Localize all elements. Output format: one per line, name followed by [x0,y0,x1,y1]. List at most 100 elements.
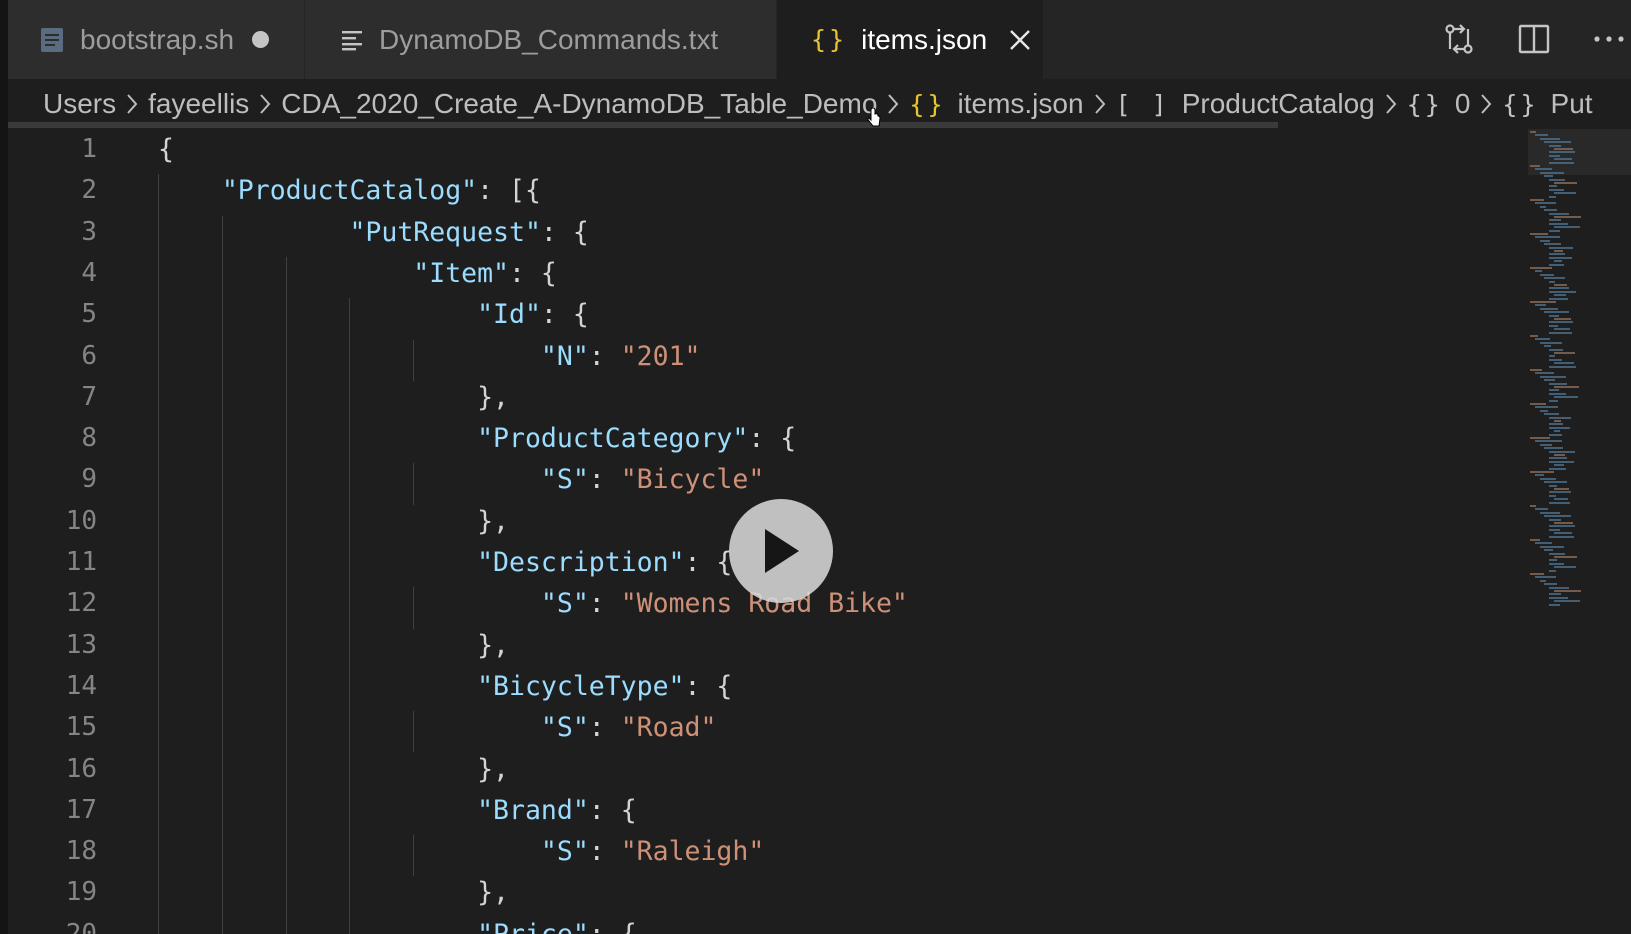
code-line[interactable]: 5 "Id": { [8,294,1508,335]
minimap-line [1554,294,1566,297]
tab-bootstrap-sh[interactable]: bootstrap.sh [8,0,305,79]
breadcrumb-item-productcatalog[interactable]: [ ] ProductCatalog [1116,88,1375,120]
minimap-line [1549,552,1566,555]
tab-dynamodb-commands[interactable]: DynamoDB_Commands.txt [305,0,777,79]
code-line[interactable]: 17 "Brand": { [8,790,1508,831]
code-line[interactable]: 13 }, [8,625,1508,666]
more-actions-icon[interactable] [1590,20,1628,58]
minimap-line [1544,311,1570,314]
code-text: }, [158,505,509,537]
minimap-line [1549,219,1562,222]
minimap-line [1554,420,1561,422]
code-line[interactable]: 19 }, [8,872,1508,913]
minimap-line [1530,539,1540,541]
line-number: 11 [65,547,97,577]
code-line[interactable]: 8 "ProductCategory": { [8,418,1508,459]
code-line[interactable]: 1{ [8,129,1508,170]
line-number: 1 [81,134,97,164]
code-text: "N": "201" [540,340,701,372]
split-editor-icon[interactable] [1515,20,1553,58]
minimap-line [1549,501,1571,504]
code-line[interactable]: 15 "S": "Road" [8,707,1508,748]
code-line[interactable]: 20 "Price": { [8,914,1508,934]
minimap-line [1549,399,1559,402]
minimap-line [1539,273,1554,276]
minimap-line [1549,528,1561,531]
code-text: "Item": { [413,257,557,289]
minimap-line [1554,158,1572,161]
minimap-line [1534,576,1556,579]
minimap-line [1549,144,1562,147]
line-number: 7 [81,381,97,412]
minimap-line [1549,355,1556,358]
minimap-line [1554,488,1569,490]
minimap-line [1539,205,1546,208]
minimap-line [1530,573,1544,575]
chevron-right-icon [1384,93,1398,115]
minimap-line [1530,131,1536,133]
minimap-line [1539,307,1558,310]
close-icon[interactable] [1009,29,1031,51]
line-number: 14 [65,670,97,701]
code-line[interactable]: 4 "Item": { [8,253,1508,294]
chevron-right-icon [125,93,139,115]
minimap-line [1539,443,1552,446]
breadcrumb-item-folder[interactable]: CDA_2020_Create_A-DynamoDB_Table_Demo [281,88,877,120]
code-line[interactable]: 3 "PutRequest": { [8,212,1508,253]
code-line[interactable]: 18 "S": "Raleigh" [8,831,1508,872]
breadcrumb-item-putrequest[interactable]: {} Put [1502,88,1592,120]
minimap-line [1549,586,1570,589]
breadcrumb-item-index[interactable]: {} 0 [1407,88,1471,120]
play-icon[interactable] [729,499,833,603]
shell-file-icon [38,26,66,54]
git-compare-icon[interactable] [1440,20,1478,58]
minimap-line [1549,222,1569,225]
breadcrumb-item-file[interactable]: {} items.json [909,88,1083,120]
breadcrumb-item-users[interactable]: Users [43,88,116,120]
minimap-line [1549,297,1569,300]
minimap-line [1534,474,1544,477]
minimap-line [1554,148,1573,150]
minimap[interactable] [1528,129,1631,934]
minimap-line [1554,318,1571,320]
tab-label: bootstrap.sh [80,23,235,55]
minimap-line [1549,229,1561,232]
minimap-line [1534,440,1562,443]
line-number: 3 [81,216,97,247]
minimap-line [1549,491,1572,494]
code-text: }, [158,381,509,413]
minimap-line [1530,505,1536,507]
minimap-line [1544,209,1558,212]
code-line[interactable]: 16 }, [8,749,1508,790]
minimap-line [1549,603,1561,606]
indent-guide [285,256,287,934]
minimap-line [1530,233,1548,235]
code-line[interactable]: 9 "S": "Bicycle" [8,459,1508,500]
tab-items-json[interactable]: {} items.json [777,0,1043,79]
minimap-line [1539,375,1566,378]
code-line[interactable]: 6 "N": "201" [8,336,1508,377]
breadcrumb-label: Put [1550,88,1593,119]
minimap-line [1549,457,1568,460]
line-number: 17 [65,794,97,825]
code-line[interactable]: 7 }, [8,377,1508,418]
minimap-line [1554,590,1581,592]
horizontal-scrollbar[interactable] [8,122,1278,128]
minimap-line [1554,454,1565,456]
minimap-line [1530,267,1552,269]
minimap-line [1534,168,1552,171]
line-number: 20 [65,918,97,934]
line-number: 10 [65,505,97,536]
code-text: }, [158,629,509,661]
code-line[interactable]: 2 "ProductCatalog": [{ [8,170,1508,211]
minimap-line [1544,345,1552,348]
unsaved-dot-icon[interactable] [252,31,270,48]
minimap-line [1549,389,1560,392]
breadcrumb-item-user[interactable]: fayeellis [148,88,249,120]
minimap-line [1539,409,1548,412]
line-number: 8 [81,423,97,454]
code-line[interactable]: 14 "BicycleType": { [8,666,1508,707]
minimap-line [1530,471,1554,473]
json-braces-icon: {} [909,89,946,119]
minimap-line [1534,338,1550,341]
